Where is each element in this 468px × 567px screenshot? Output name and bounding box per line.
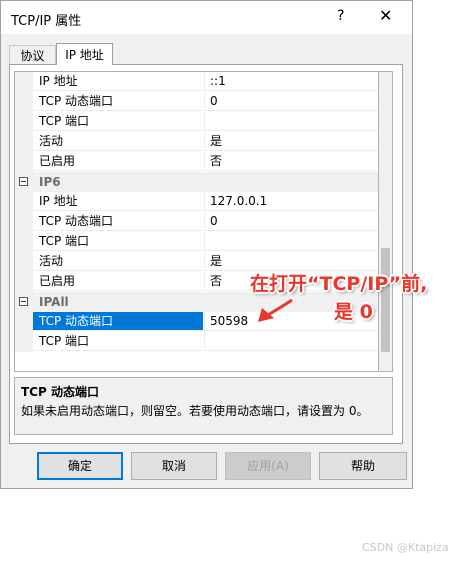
- watermark: CSDN @Ktapiza: [362, 541, 449, 554]
- annotation-line-1: 在打开“TCP/IP”前,: [250, 273, 428, 295]
- annotation-line-2: 是 0: [334, 301, 373, 323]
- annotation-text: 在打开“TCP/IP”前, 是 0: [250, 270, 427, 326]
- tab-ip-addresses[interactable]: IP 地址: [56, 43, 113, 65]
